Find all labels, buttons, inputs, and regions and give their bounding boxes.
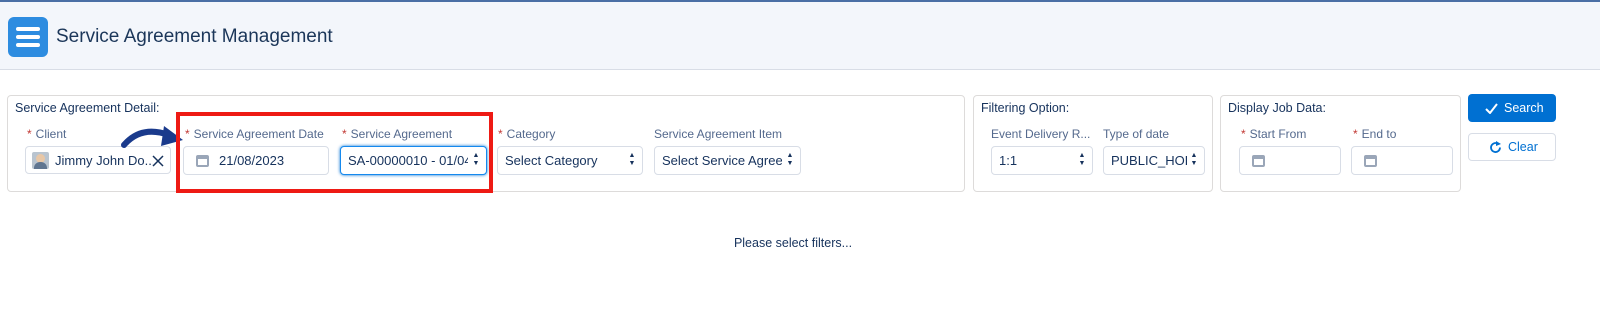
close-icon[interactable] xyxy=(152,155,164,167)
client-value: Jimmy John Do... xyxy=(55,153,153,168)
calendar-icon xyxy=(1364,155,1377,167)
app-menu-icon[interactable] xyxy=(8,17,48,57)
category-label: * Category xyxy=(498,127,556,141)
end-to-input[interactable] xyxy=(1351,146,1453,175)
search-button[interactable]: Search xyxy=(1468,94,1556,122)
card-title: Display Job Data: xyxy=(1228,101,1326,115)
empty-state-message: Please select filters... xyxy=(733,236,853,250)
sa-item-value: Select Service Agreem xyxy=(662,153,782,168)
search-button-label: Search xyxy=(1504,101,1544,115)
card-title: Filtering Option: xyxy=(981,101,1070,115)
start-from-label: * Start From xyxy=(1241,127,1307,141)
filtering-option-card: Filtering Option: Event Delivery R... 1:… xyxy=(973,95,1213,192)
app-header: Service Agreement Management xyxy=(0,2,1600,70)
client-label: * Client xyxy=(27,127,67,141)
sa-item-select[interactable]: Select Service Agreem ▲ ▼ xyxy=(654,146,801,175)
client-lookup[interactable]: Jimmy John Do... xyxy=(25,146,171,174)
type-of-date-label: Type of date xyxy=(1103,127,1170,141)
highlight-box xyxy=(176,112,493,193)
page-title: Service Agreement Management xyxy=(56,26,333,47)
check-icon xyxy=(1485,103,1498,114)
type-of-date-value: PUBLIC_HOL xyxy=(1111,153,1187,168)
display-job-data-card: Display Job Data: * Start From * End to xyxy=(1220,95,1461,192)
end-to-label: * End to xyxy=(1353,127,1397,141)
start-from-input[interactable] xyxy=(1239,146,1341,175)
clear-button-label: Clear xyxy=(1508,140,1538,154)
calendar-icon xyxy=(1252,155,1265,167)
select-spinner-icon: ▲ ▼ xyxy=(1190,152,1198,167)
avatar xyxy=(32,152,49,169)
category-select[interactable]: Select Category ▲ ▼ xyxy=(497,146,643,175)
select-spinner-icon: ▲ ▼ xyxy=(786,152,794,167)
event-delivery-label: Event Delivery R... xyxy=(991,127,1091,141)
refresh-icon xyxy=(1490,141,1501,153)
event-delivery-select[interactable]: 1:1 ▲ ▼ xyxy=(991,146,1093,175)
select-spinner-icon: ▲ ▼ xyxy=(628,152,636,167)
sa-item-label: Service Agreement Item xyxy=(654,127,783,141)
clear-button[interactable]: Clear xyxy=(1468,133,1556,161)
event-delivery-value: 1:1 xyxy=(999,153,1018,168)
type-of-date-select[interactable]: PUBLIC_HOL ▲ ▼ xyxy=(1103,146,1205,175)
category-value: Select Category xyxy=(505,153,598,168)
select-spinner-icon: ▲ ▼ xyxy=(1078,152,1086,167)
card-title: Service Agreement Detail: xyxy=(15,101,160,115)
